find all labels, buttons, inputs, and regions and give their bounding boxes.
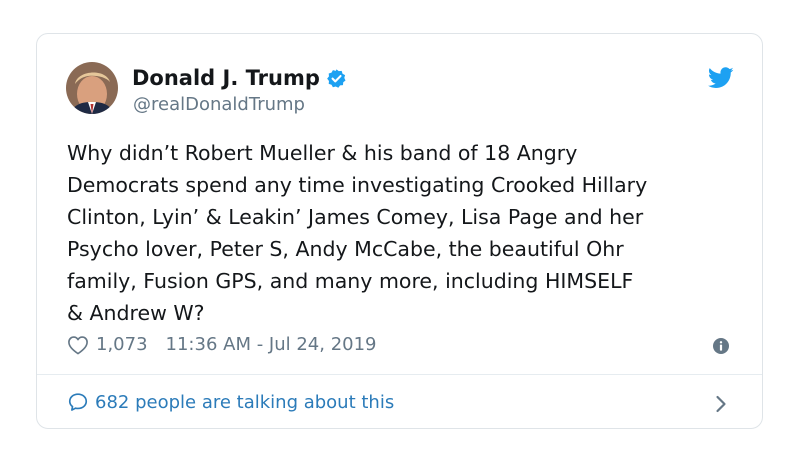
verified-badge-icon bbox=[327, 68, 346, 88]
info-icon[interactable] bbox=[713, 338, 729, 354]
talking-about-text[interactable]: 682 people are talking about this bbox=[95, 392, 394, 413]
timestamp[interactable]: 11:36 AM - Jul 24, 2019 bbox=[166, 334, 377, 355]
avatar[interactable] bbox=[66, 62, 118, 114]
speech-bubble-icon bbox=[68, 393, 88, 411]
heart-outline-icon[interactable] bbox=[67, 335, 89, 355]
author-handle[interactable]: @realDonaldTrump bbox=[133, 94, 305, 115]
author-name-row[interactable]: Donald J. Trump bbox=[132, 66, 347, 90]
divider bbox=[37, 374, 762, 375]
like-count[interactable]: 1,073 bbox=[96, 334, 148, 355]
tweet-card: Donald J. Trump @realDonaldTrump Why did… bbox=[36, 33, 763, 429]
avatar-image bbox=[66, 62, 118, 114]
author-name[interactable]: Donald J. Trump bbox=[132, 66, 320, 90]
talking-about-link[interactable]: 682 people are talking about this bbox=[67, 391, 394, 413]
tweet-meta: 1,073 11:36 AM - Jul 24, 2019 bbox=[67, 334, 377, 355]
chevron-right-icon[interactable] bbox=[715, 395, 727, 413]
twitter-bird-icon[interactable] bbox=[708, 67, 734, 89]
tweet-text: Why didn’t Robert Mueller & his band of … bbox=[67, 141, 648, 325]
